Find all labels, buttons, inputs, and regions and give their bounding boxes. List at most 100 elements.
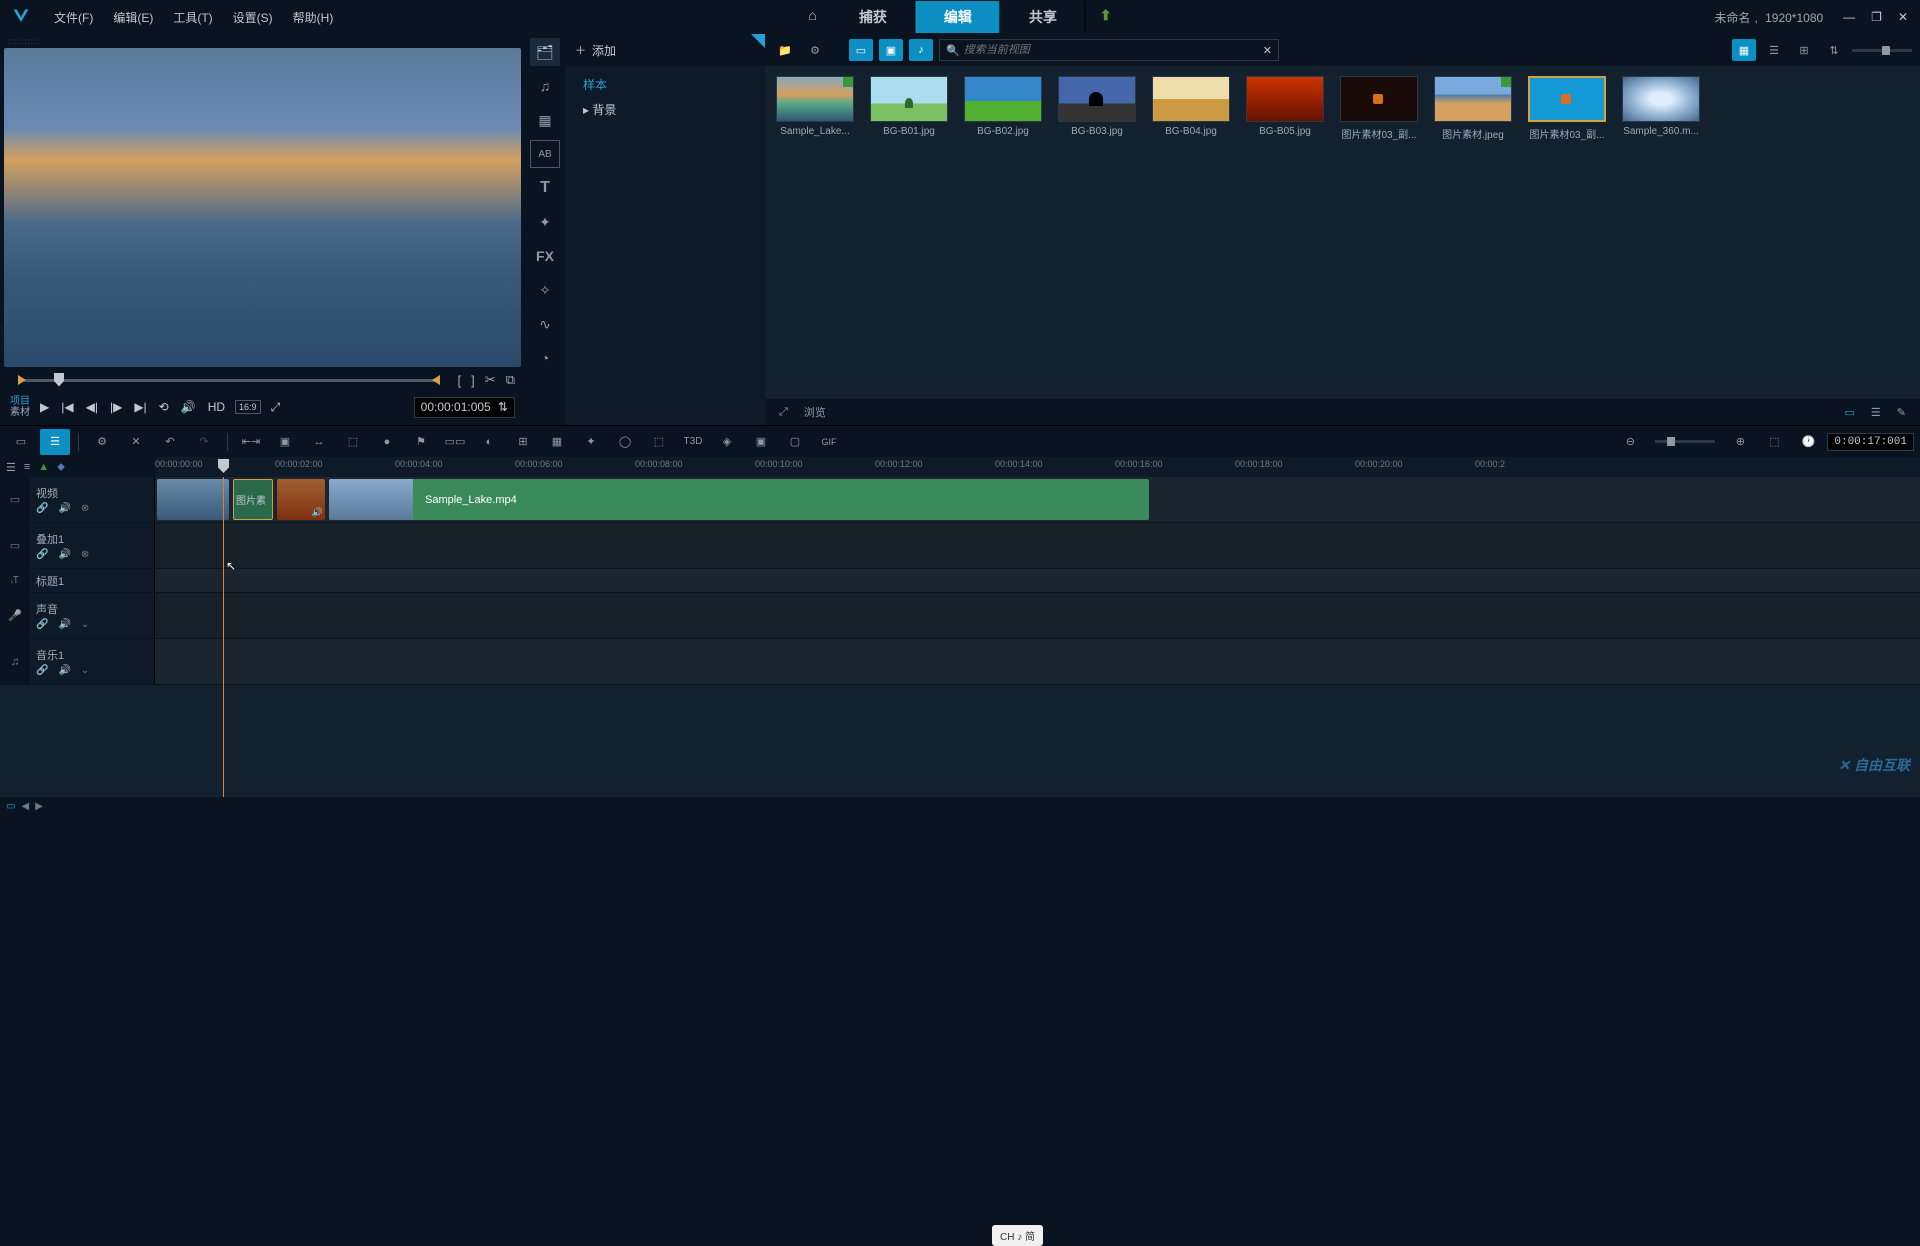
add-button[interactable]: 添加 (592, 42, 616, 59)
tab-home[interactable]: ⌂ (794, 1, 830, 33)
tool-select-icon[interactable]: ⬚ (644, 429, 674, 455)
zoom-out-icon[interactable]: ⊖ (1615, 429, 1645, 455)
aspect-button[interactable]: 16:9 (235, 400, 261, 414)
tool-lens-icon[interactable]: ▣ (746, 429, 776, 455)
view-list-icon[interactable]: ☰ (1762, 39, 1786, 61)
footer-btn2-icon[interactable]: ☰ (1867, 404, 1885, 421)
lib-fx-icon[interactable]: FX (530, 242, 560, 270)
split-icon[interactable]: ✂ (485, 372, 496, 388)
timeline-duration[interactable]: 0:00:17:001 (1827, 433, 1914, 451)
playhead[interactable] (223, 477, 224, 797)
link-icon[interactable]: 🔗 (36, 665, 48, 676)
prev-frame-button[interactable]: ◀| (84, 398, 100, 416)
view-grid-icon[interactable]: ⊞ (1792, 39, 1816, 61)
clock-icon[interactable]: 🕐 (1793, 429, 1823, 455)
scroll-mode-icon[interactable]: ▭ (6, 801, 15, 812)
preview-scrubber[interactable] (10, 371, 448, 389)
menu-help[interactable]: 帮助(H) (283, 5, 344, 30)
import-settings-icon[interactable]: ⚙ (803, 39, 827, 61)
end-button[interactable]: ▶| (132, 398, 148, 416)
close-button[interactable]: ✕ (1894, 8, 1912, 26)
lib-speed-icon[interactable]: ◔ (530, 344, 560, 372)
library-item[interactable]: BG-B01.jpg (869, 76, 949, 141)
import-folder-icon[interactable]: 📁 (773, 39, 797, 61)
video-track-content[interactable]: 图片素 🔊 Sample_Lake.mp4 (155, 477, 1920, 522)
clip-image1[interactable]: 图片素 (233, 479, 273, 520)
lib-media-icon[interactable]: 🗂 (530, 38, 560, 66)
footer-btn3-icon[interactable]: ✎ (1893, 404, 1910, 421)
ruler-tracks-icon[interactable]: ≡ (24, 461, 30, 473)
maximize-button[interactable]: ❐ (1867, 8, 1886, 26)
lib-transition-icon[interactable]: ▦ (530, 106, 560, 134)
volume-button[interactable]: 🔊 (179, 398, 198, 416)
menu-tools[interactable]: 工具(T) (163, 5, 222, 30)
ruler-chapter-icon[interactable]: ⬥ (57, 461, 65, 474)
lock-icon[interactable]: ⊗ (81, 549, 89, 560)
play-button[interactable]: ▶ (38, 398, 51, 416)
search-field[interactable]: 🔍 ✕ (939, 39, 1279, 61)
mute-icon[interactable]: 🔊 (58, 665, 70, 676)
clear-search-icon[interactable]: ✕ (1263, 44, 1272, 57)
preview-video[interactable] (4, 48, 521, 367)
snapshot-icon[interactable]: ⧉ (506, 372, 515, 388)
tool-trim-icon[interactable]: ⇤⇥ (236, 429, 266, 455)
lib-graphic-icon[interactable]: ✦ (530, 208, 560, 236)
link-icon[interactable]: 🔗 (36, 503, 48, 514)
tool-3d-icon[interactable]: T3D (678, 429, 708, 455)
redo-icon[interactable]: ↷ (189, 429, 219, 455)
next-frame-button[interactable]: |▶ (108, 398, 124, 416)
clip-video2[interactable]: Sample_Lake.mp4 (329, 479, 1149, 520)
title-track-content[interactable] (155, 569, 1920, 592)
tool-marker-icon[interactable]: ⚑ (406, 429, 436, 455)
menu-edit[interactable]: 编辑(E) (103, 5, 163, 30)
tool-gif-icon[interactable]: GIF (814, 429, 844, 455)
tool-mixer-icon[interactable]: ✕ (121, 429, 151, 455)
tool-pan-icon[interactable]: ⬚ (338, 429, 368, 455)
scroll-left-icon[interactable]: ◀ (21, 801, 29, 812)
expand-button[interactable]: ⤢ (269, 398, 283, 417)
lib-filter-icon[interactable]: ✧ (530, 276, 560, 304)
view-thumb-icon[interactable]: ▦ (1732, 39, 1756, 61)
mute-icon[interactable]: 🔊 (58, 549, 70, 560)
drag-handle[interactable]: :::::::::: (2, 36, 523, 46)
hd-button[interactable]: HD (206, 398, 227, 416)
filter-photo-icon[interactable]: ▣ (879, 39, 903, 61)
tool-mask-icon[interactable]: ◐ (474, 429, 504, 455)
search-input[interactable] (964, 44, 1259, 56)
expand-icon[interactable]: ⌄ (81, 619, 89, 630)
browse-button[interactable]: 浏览 (800, 402, 830, 422)
lib-title-icon[interactable]: AB (530, 140, 560, 168)
minimize-button[interactable]: — (1839, 8, 1859, 26)
library-item[interactable]: BG-B05.jpg (1245, 76, 1325, 141)
menu-settings[interactable]: 设置(S) (223, 5, 283, 30)
tool-record-icon[interactable]: ● (372, 429, 402, 455)
ruler-list-icon[interactable]: ☰ (6, 461, 16, 474)
library-item[interactable]: BG-B03.jpg (1057, 76, 1137, 141)
tab-share[interactable]: 共享 (1001, 1, 1086, 33)
tool-chapter-icon[interactable]: ▭▭ (440, 429, 470, 455)
thumb-size-slider[interactable] (1852, 49, 1912, 52)
filter-audio-icon[interactable]: ♪ (909, 39, 933, 61)
mute-icon[interactable]: 🔊 (58, 503, 70, 514)
lib-audio-icon[interactable]: ♫ (530, 72, 560, 100)
zoom-slider[interactable] (1655, 440, 1715, 443)
timeline-ruler[interactable]: 00:00:00:0000:00:02:0000:00:04:0000:00:0… (155, 457, 1920, 477)
footer-btn1-icon[interactable]: ▭ (1841, 404, 1859, 421)
library-item[interactable]: BG-B02.jpg (963, 76, 1043, 141)
tool-stretch-icon[interactable]: ↔ (304, 429, 334, 455)
tool-grid-icon[interactable]: ▦ (542, 429, 572, 455)
timeline-view-icon[interactable]: ☰ (40, 429, 70, 455)
overlay-track-content[interactable] (155, 523, 1920, 568)
zoom-in-icon[interactable]: ⊕ (1725, 429, 1755, 455)
preview-mode[interactable]: 项目 素材 (10, 396, 30, 418)
clip-image2[interactable]: 🔊 (277, 479, 325, 520)
library-item[interactable]: 图片素材03_副... (1339, 76, 1419, 141)
tool-360-icon[interactable]: ◯ (610, 429, 640, 455)
tool-motion-icon[interactable]: ✦ (576, 429, 606, 455)
loop-button[interactable]: ⟲ (157, 398, 171, 416)
lib-path-icon[interactable]: ∿ (530, 310, 560, 338)
lock-icon[interactable]: ⊗ (81, 503, 89, 514)
tab-capture[interactable]: 捕获 (831, 1, 916, 33)
library-item[interactable]: Sample_360.m... (1621, 76, 1701, 141)
expand-icon[interactable]: ⌄ (81, 665, 89, 676)
